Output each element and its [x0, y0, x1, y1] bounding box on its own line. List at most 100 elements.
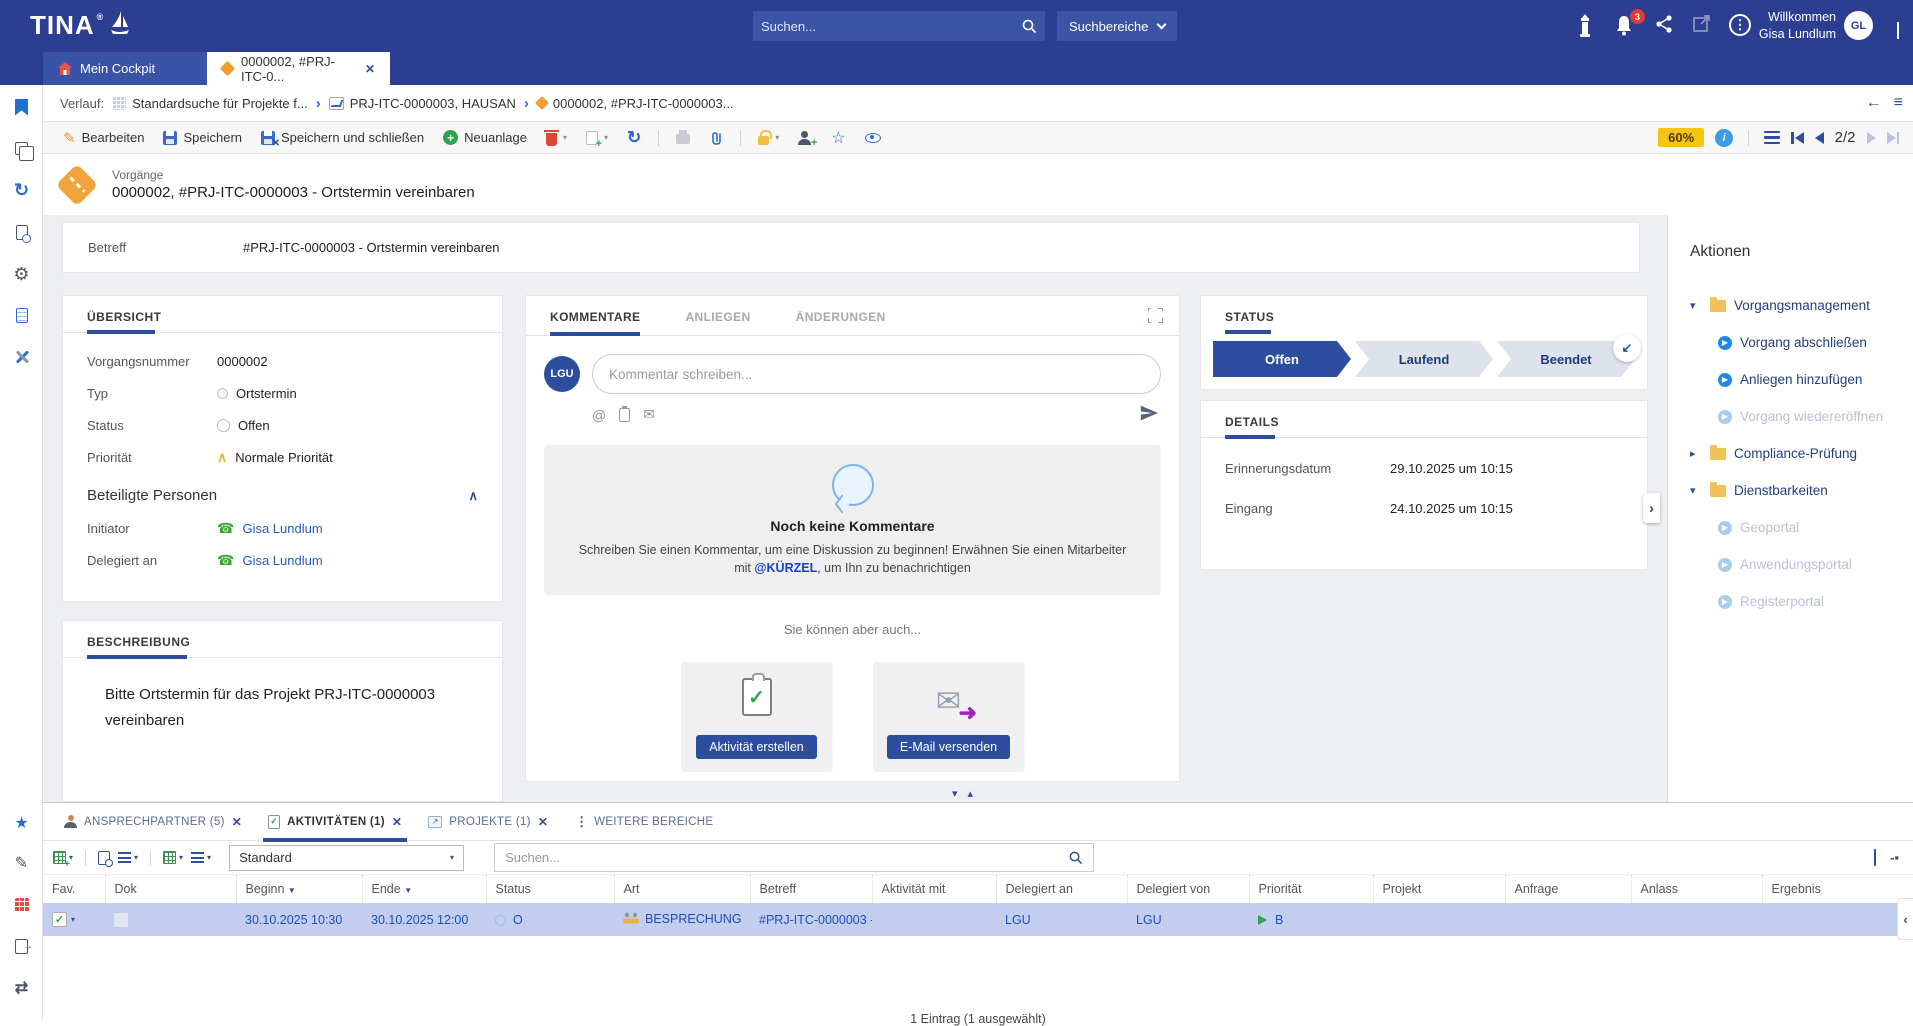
close-tab-icon[interactable]: ✕ — [365, 62, 375, 76]
delete-button[interactable]: ▾ — [540, 130, 573, 146]
folder-compliance-pruefung[interactable]: ▸ Compliance-Prüfung — [1690, 435, 1913, 472]
col-delegiert-von[interactable]: Delegiert von — [1127, 875, 1249, 903]
share-icon[interactable] — [1654, 14, 1678, 38]
send-email-card[interactable]: ✉ ➜ E-Mail versenden — [873, 662, 1025, 772]
filter-preset-select[interactable]: Standard ▾ — [229, 845, 464, 871]
person-link[interactable]: Gisa Lundlum — [242, 553, 322, 568]
col-anlass[interactable]: Anlass — [1631, 875, 1762, 903]
comment-input[interactable] — [592, 354, 1161, 394]
col-aktivitaet-mit[interactable]: Aktivität mit — [872, 875, 996, 903]
create-activity-card[interactable]: ✓ Aktivität erstellen — [681, 662, 833, 772]
tab-mein-cockpit[interactable]: Mein Cockpit — [43, 52, 207, 85]
tab-kommentare[interactable]: KOMMENTARE — [550, 310, 640, 336]
beschreibung-text[interactable]: Bitte Ortstermin für das Projekt PRJ-ITC… — [63, 658, 502, 734]
table-search[interactable] — [494, 843, 1094, 872]
watch-button[interactable] — [859, 133, 887, 143]
cell-fav[interactable]: ✓▾ — [43, 903, 105, 936]
close-tab-icon[interactable]: ✕ — [232, 815, 242, 829]
folder-dienstbarkeiten[interactable]: ▾ Dienstbarkeiten — [1690, 472, 1913, 509]
bookmarks-icon[interactable] — [0, 94, 43, 120]
collapse-status-icon[interactable]: ↙ — [1613, 334, 1641, 362]
grouping-button[interactable]: ▾ — [191, 852, 211, 863]
external-link-icon[interactable] — [1692, 14, 1716, 38]
lock-button[interactable]: ▾ — [752, 131, 785, 145]
tab-anliegen[interactable]: ANLIEGEN — [685, 310, 750, 336]
report-icon[interactable] — [0, 302, 43, 328]
list-menu-icon[interactable] — [1764, 131, 1780, 145]
fullscreen-icon[interactable] — [1148, 308, 1163, 323]
close-tab-icon[interactable]: ✕ — [392, 815, 402, 829]
more-tabs-icon[interactable]: ⋮ — [575, 814, 588, 830]
cell-betreff[interactable]: #PRJ-ITC-0000003 -... — [750, 903, 872, 936]
tab-record[interactable]: 0000002, #PRJ-ITC-0... ✕ — [207, 52, 390, 85]
cell-art[interactable]: BESPRECHUNG — [614, 903, 750, 936]
cell-projekt[interactable] — [1373, 903, 1505, 936]
app-logo[interactable]: TINA ® — [30, 10, 131, 41]
search-icon[interactable] — [1068, 850, 1083, 865]
more-options-icon[interactable]: ⋮ — [1729, 14, 1753, 38]
menu-icon[interactable]: ≡ — [1894, 94, 1903, 112]
col-projekt[interactable]: Projekt — [1373, 875, 1505, 903]
speichern-button[interactable]: Speichern — [157, 130, 248, 145]
close-tab-icon[interactable]: ✕ — [538, 815, 548, 829]
speichern-schliessen-button[interactable]: ✕ Speichern und schließen — [255, 130, 430, 145]
collapse-right-icon[interactable]: ‹ — [1897, 898, 1913, 940]
tab-weitere-bereiche[interactable]: WEITERE BEREICHE — [594, 803, 726, 840]
breadcrumb-item-project[interactable]: PRJ-ITC-0000003, HAUSAN — [329, 96, 516, 111]
col-prioritaet[interactable]: Priorität — [1249, 875, 1373, 903]
status-step-offen[interactable]: Offen — [1213, 341, 1351, 377]
col-ergebnis[interactable]: Ergebnis — [1762, 875, 1913, 903]
tab-projekte[interactable]: ↗ PROJEKTE (1) ✕ — [415, 803, 561, 840]
print-button[interactable] — [670, 132, 696, 144]
calendar-red-icon[interactable] — [0, 892, 43, 918]
info-icon[interactable]: i — [1715, 129, 1733, 147]
avatar[interactable]: GL — [1844, 11, 1873, 40]
copy-record-button[interactable]: ▾ — [580, 131, 614, 145]
global-search[interactable] — [753, 11, 1045, 41]
favorites-star-icon[interactable]: ★ — [0, 810, 43, 836]
cell-anfrage[interactable] — [1505, 903, 1631, 936]
col-art[interactable]: Art — [614, 875, 750, 903]
document-search-icon[interactable] — [0, 219, 43, 245]
tab-ansprechpartner[interactable]: ANSPRECHPARTNER (5) ✕ — [51, 803, 255, 840]
pin-panel-icon[interactable]: -▪ — [1890, 850, 1899, 865]
tools-icon[interactable] — [0, 344, 43, 370]
search-icon[interactable] — [1021, 18, 1037, 34]
folder-vorgangsmanagement[interactable]: ▾ Vorgangsmanagement — [1690, 287, 1913, 324]
mail-icon[interactable]: ✉ — [643, 406, 655, 423]
col-betreff[interactable]: Betreff — [750, 875, 872, 903]
col-delegiert-an[interactable]: Delegiert an — [996, 875, 1127, 903]
bearbeiten-button[interactable]: ✎ Bearbeiten — [57, 129, 150, 147]
global-search-input[interactable] — [761, 19, 1021, 34]
export-table-icon[interactable] — [1874, 850, 1876, 865]
windows-icon[interactable] — [0, 135, 43, 161]
user-menu-chevron-icon[interactable] — [1897, 22, 1899, 37]
cell-beginn[interactable]: 30.10.2025 10:30 — [236, 903, 362, 936]
status-step-laufend[interactable]: Laufend — [1355, 341, 1493, 377]
lighthouse-icon[interactable] — [1575, 14, 1599, 38]
cell-status[interactable]: O — [486, 903, 614, 936]
cell-delegiert-an[interactable]: LGU — [996, 903, 1127, 936]
settings-gear-icon[interactable]: ⚙ — [0, 261, 43, 287]
refresh-button[interactable]: ↻ — [621, 128, 647, 148]
collapse-section-icon[interactable]: ∧ — [468, 488, 478, 504]
person-link[interactable]: Gisa Lundlum — [242, 521, 322, 536]
favorite-button[interactable]: ☆ — [825, 128, 851, 148]
last-page-button[interactable] — [1887, 132, 1900, 144]
cell-prioritaet[interactable]: B — [1249, 903, 1373, 936]
assign-person-button[interactable] — [792, 131, 818, 145]
col-ende[interactable]: Ende ▼ — [362, 875, 486, 903]
phone-contact-icon[interactable]: ☎ — [217, 552, 234, 569]
send-email-button[interactable]: E-Mail versenden — [887, 735, 1010, 759]
create-activity-button[interactable]: Aktivität erstellen — [696, 735, 816, 759]
col-fav[interactable]: Fav. — [43, 875, 105, 903]
previous-page-button[interactable] — [1815, 132, 1824, 144]
chevron-down-icon[interactable]: ▾ — [1690, 484, 1702, 497]
expand-panel-icon[interactable]: › — [1643, 493, 1660, 523]
betreff-value[interactable]: #PRJ-ITC-0000003 - Ortstermin vereinbare… — [243, 240, 500, 255]
edit-note-icon[interactable]: ✎ — [0, 850, 43, 876]
attachment-button[interactable] — [703, 130, 729, 146]
history-icon[interactable]: ↻ — [0, 177, 43, 203]
export-icon[interactable] — [0, 933, 43, 959]
table-search-input[interactable] — [505, 850, 1068, 865]
